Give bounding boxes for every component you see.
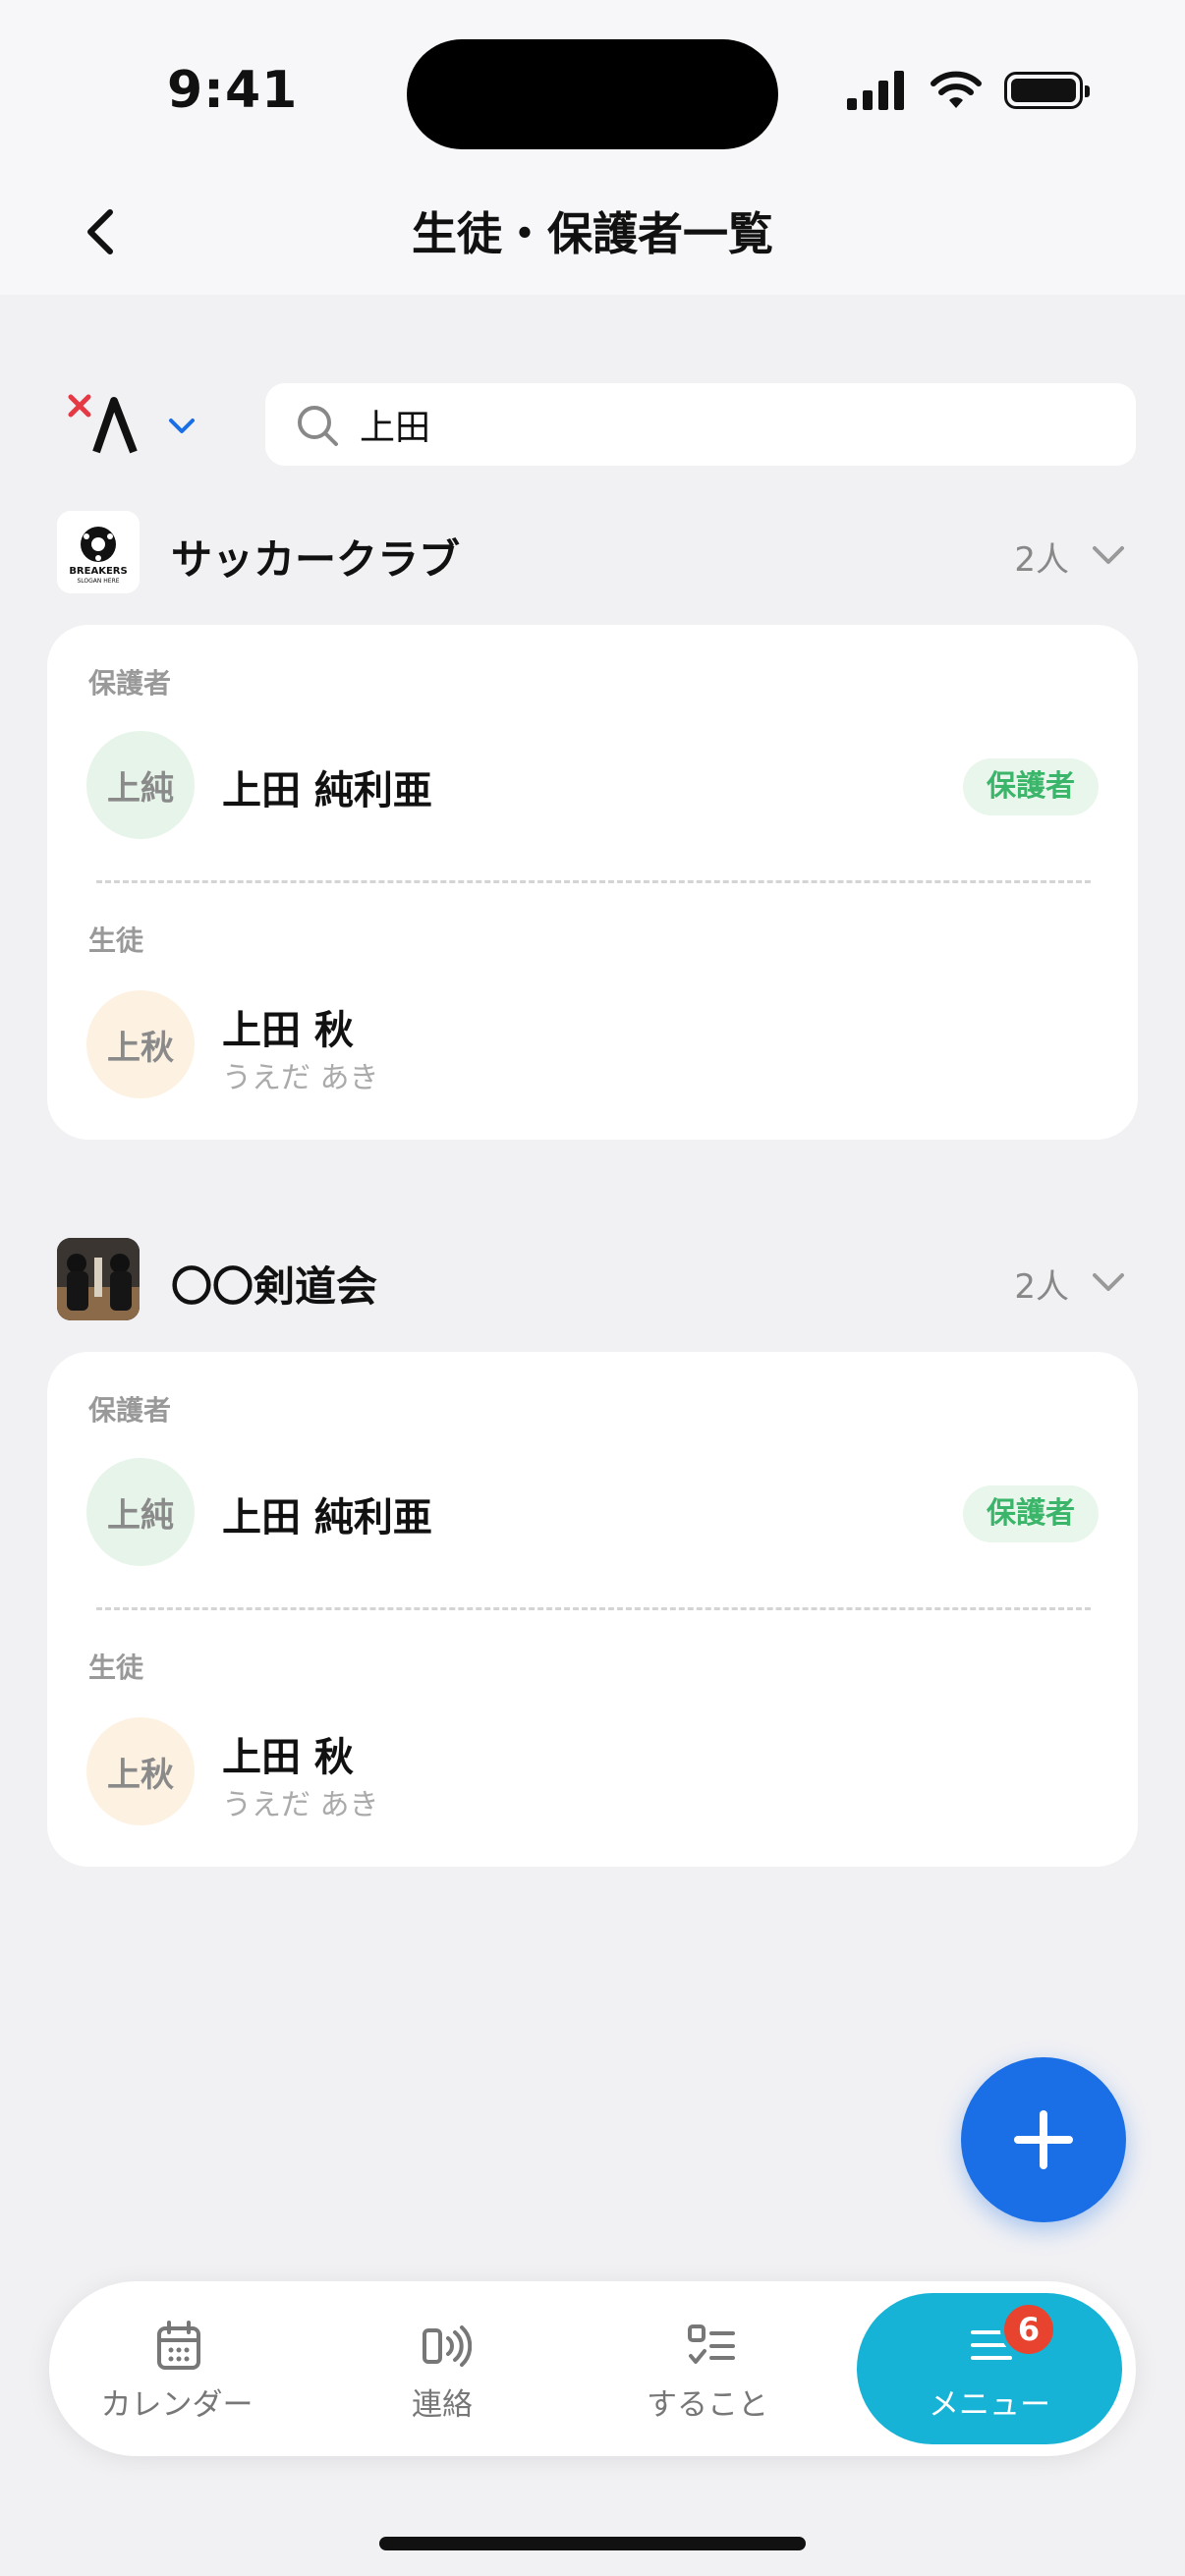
divider [96,880,1091,883]
add-button[interactable] [961,2057,1126,2222]
list-item-guardian[interactable]: 上純 上田 純利亜 保護者 [86,1458,1099,1568]
member-kana: うえだ あき [222,1788,379,1822]
list-item-student[interactable]: 上秋 上田 秋 うえだ あき [86,990,1099,1100]
group-logo-subtext: SLOGAN HERE [77,578,120,585]
tab-label: メニュー [929,2387,1050,2423]
member-name: 上田 秋 [222,1008,354,1053]
member-name: 上田 秋 [222,1735,354,1780]
tab-todo[interactable]: すること [580,2281,835,2456]
page-title: 生徒・保護者一覧 [412,207,773,260]
group-header[interactable]: 〇〇剣道会 2人 [57,1238,1138,1326]
group-member-count: 2人 [1014,1267,1069,1307]
chevron-down-icon [169,419,195,433]
dynamic-island [407,39,778,149]
member-card: 保護者 上純 上田 純利亜 保護者 生徒 上秋 上田 秋 うえだ あき [47,1352,1138,1867]
tab-calendar[interactable]: カレンダー [49,2281,305,2456]
group-logo-text: BREAKERS [69,566,128,577]
notification-badge: 6 [1000,2301,1057,2358]
avatar: 上純 [86,731,195,839]
app-logo-icon [68,394,138,454]
org-switcher[interactable] [61,387,208,466]
kendo-photo-icon [57,1238,140,1320]
home-indicator [379,2537,806,2550]
bottom-tab-bar: カレンダー 連絡 すること 6 メニュー [49,2281,1136,2456]
divider [96,1607,1091,1610]
section-label-guardian: 保護者 [88,667,172,700]
avatar: 上純 [86,1458,195,1566]
calendar-icon [157,2321,200,2370]
member-name: 上田 純利亜 [222,768,432,813]
signal-icon [847,71,904,110]
guardian-badge: 保護者 [963,758,1099,815]
guardian-badge: 保護者 [963,1485,1099,1542]
checklist-icon [688,2324,735,2364]
member-name: 上田 純利亜 [222,1495,432,1540]
search-input[interactable] [360,395,1106,454]
group-header[interactable]: BREAKERS SLOGAN HERE サッカークラブ 2人 [57,511,1138,599]
section-label-guardian: 保護者 [88,1394,172,1427]
status-time: 9:41 [167,61,299,120]
wifi-icon [931,71,982,108]
chevron-down-icon[interactable] [1089,1265,1128,1299]
section-label-student: 生徒 [88,1652,144,1684]
group-logo [57,1238,140,1320]
tab-label: 連絡 [412,2387,473,2423]
battery-icon [1004,72,1090,109]
tab-menu[interactable]: 6 メニュー [857,2293,1122,2444]
section-label-student: 生徒 [88,924,144,957]
member-card: 保護者 上純 上田 純利亜 保護者 生徒 上秋 上田 秋 うえだ あき [47,625,1138,1140]
tab-label: カレンダー [100,2387,254,2423]
chevron-down-icon[interactable] [1089,538,1128,572]
group-logo: BREAKERS SLOGAN HERE [57,511,140,593]
avatar: 上秋 [86,1717,195,1825]
tab-label: すること [647,2387,768,2423]
group-name: 〇〇剣道会 [171,1262,378,1311]
broadcast-icon [423,2325,472,2367]
search-icon [298,406,338,446]
member-kana: うえだ あき [222,1061,379,1095]
search-box[interactable] [265,383,1136,466]
list-item-guardian[interactable]: 上純 上田 純利亜 保護者 [86,731,1099,841]
group-member-count: 2人 [1014,540,1069,580]
status-icons [847,71,1090,110]
top-bar: 9:41 生徒・保護者一覧 [0,0,1185,295]
avatar: 上秋 [86,990,195,1098]
tab-contact[interactable]: 連絡 [314,2281,570,2456]
list-item-student[interactable]: 上秋 上田 秋 うえだ あき [86,1717,1099,1827]
group-name: サッカークラブ [171,535,461,584]
